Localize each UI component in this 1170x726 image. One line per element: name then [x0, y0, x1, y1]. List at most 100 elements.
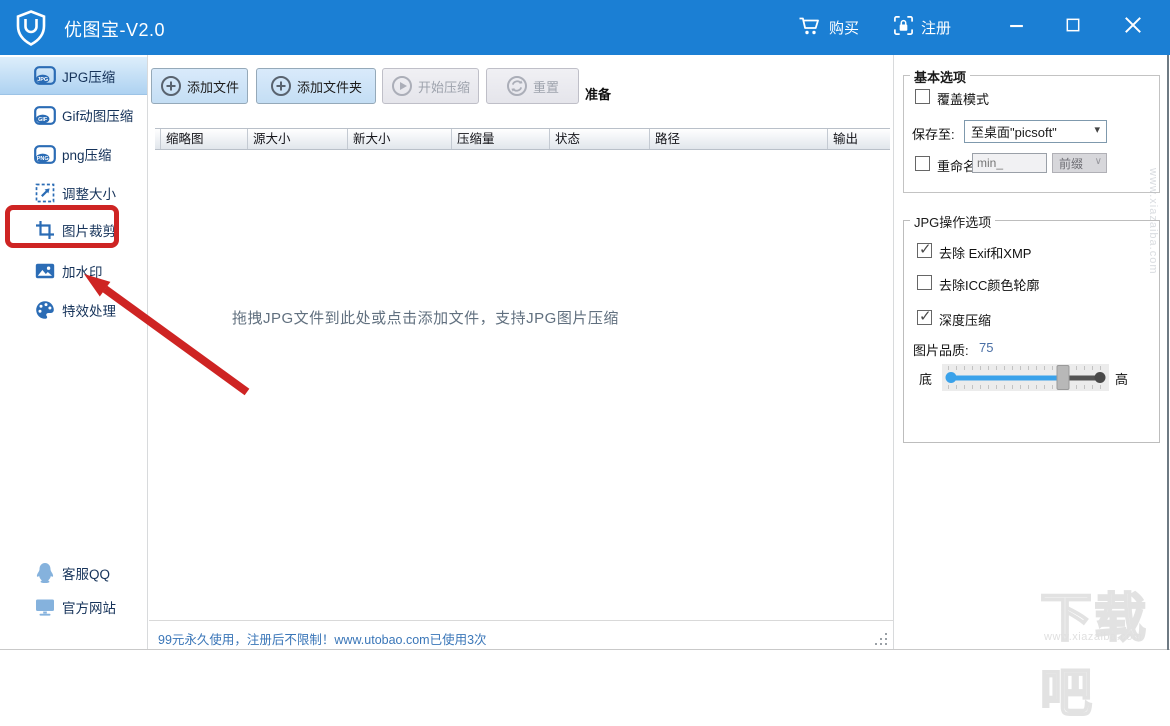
- remove-exif-checkbox[interactable]: ✓: [917, 243, 932, 258]
- maximize-button[interactable]: [1051, 0, 1095, 55]
- sidebar-item-support-qq[interactable]: 客服QQ: [0, 554, 147, 592]
- deep-compress-checkbox[interactable]: ✓: [917, 310, 932, 325]
- sidebar-item-label: 特效处理: [62, 300, 116, 320]
- slider-ticks: [948, 366, 1103, 370]
- add-file-button[interactable]: 添加文件: [151, 68, 248, 104]
- minimize-button[interactable]: [994, 0, 1038, 55]
- monitor-icon: [34, 596, 56, 618]
- table-col-compression[interactable]: 压缩量: [452, 129, 550, 149]
- ready-status-text: 准备: [585, 84, 611, 103]
- minimize-icon: [1008, 17, 1025, 39]
- table-col-new-size[interactable]: 新大小: [348, 129, 452, 149]
- jpg-options-title: JPG操作选项: [910, 212, 995, 231]
- sidebar-item-label: 调整大小: [62, 183, 116, 203]
- table-col-orig-size[interactable]: 源大小: [248, 129, 348, 149]
- slider-thumb[interactable]: [1056, 365, 1069, 390]
- png-file-icon: PNG: [34, 143, 56, 165]
- crop-icon: [34, 219, 56, 241]
- jpg-options-group: JPG操作选项 ✓ 去除 Exif和XMP ✓ 去除ICC颜色轮廓 ✓ 深度压缩…: [903, 220, 1160, 443]
- refresh-circle-icon: [506, 75, 528, 97]
- remove-exif-label: 去除 Exif和XMP: [939, 243, 1031, 262]
- slider-min-dot: [946, 372, 957, 383]
- sidebar-item-png-compress[interactable]: PNG png压缩: [0, 135, 147, 173]
- slider-track[interactable]: [951, 375, 1100, 380]
- start-compress-button[interactable]: 开始压缩: [382, 68, 479, 104]
- close-icon: [1123, 15, 1143, 40]
- rename-mode-value: 前缀: [1059, 155, 1083, 172]
- lock-badge-icon: [893, 15, 914, 40]
- plus-circle-icon: [270, 75, 292, 97]
- slider-fill: [951, 375, 1063, 380]
- close-button[interactable]: [1111, 0, 1155, 55]
- remove-icc-label: 去除ICC颜色轮廓: [939, 275, 1039, 294]
- table-col-path[interactable]: 路径: [650, 129, 828, 149]
- dashed-resize-icon: [34, 182, 56, 204]
- dropzone-hint-text: 拖拽JPG文件到此处或点击添加文件，支持JPG图片压缩: [232, 307, 619, 328]
- reset-button[interactable]: 重置: [486, 68, 579, 104]
- quality-value: 75: [979, 340, 993, 355]
- sidebar-item-watermark[interactable]: 加水印: [0, 252, 147, 290]
- window-title: 优图宝-V2.0: [64, 16, 165, 42]
- svg-text:PNG: PNG: [37, 156, 49, 162]
- add-folder-label: 添加文件夹: [297, 77, 362, 96]
- sidebar: JPG JPG压缩 GIF Gif动图压缩 PNG png压缩 调整大小 图片裁…: [0, 55, 148, 650]
- add-folder-button[interactable]: 添加文件夹: [256, 68, 376, 104]
- overwrite-mode-label: 覆盖模式: [937, 89, 989, 108]
- sidebar-item-gif-compress[interactable]: GIF Gif动图压缩: [0, 96, 147, 134]
- plus-circle-icon: [160, 75, 182, 97]
- basic-options-group: 基本选项 ✓ 覆盖模式 保存至: 至桌面"picsoft" ▾ ✓ 重命名 前缀…: [903, 75, 1160, 193]
- sidebar-item-resize[interactable]: 调整大小: [0, 174, 147, 212]
- table-col-status[interactable]: 状态: [550, 129, 650, 149]
- sidebar-item-official-site[interactable]: 官方网站: [0, 588, 147, 626]
- save-to-label: 保存至:: [912, 124, 955, 143]
- chevron-down-icon: ∨: [1095, 156, 1102, 167]
- deep-compress-label: 深度压缩: [939, 310, 991, 329]
- table-col-output[interactable]: 输出: [828, 129, 890, 149]
- cart-icon: [798, 16, 822, 40]
- jpg-file-icon: JPG: [34, 65, 56, 87]
- chevron-down-icon: ▾: [1094, 123, 1100, 136]
- quality-label: 图片品质:: [913, 340, 969, 359]
- statusbar: 99元永久使用，注册后不限制！www.utobao.com已使用3次: [149, 620, 893, 650]
- add-file-label: 添加文件: [187, 77, 239, 96]
- resize-grip[interactable]: [875, 633, 887, 645]
- buy-button[interactable]: 购买: [798, 0, 859, 55]
- options-panel: 基本选项 ✓ 覆盖模式 保存至: 至桌面"picsoft" ▾ ✓ 重命名 前缀…: [894, 55, 1167, 650]
- start-compress-label: 开始压缩: [418, 77, 470, 96]
- buy-label: 购买: [829, 17, 859, 38]
- gif-file-icon: GIF: [34, 104, 56, 126]
- save-to-value: 至桌面"picsoft": [971, 122, 1057, 141]
- reset-label: 重置: [533, 77, 559, 96]
- overwrite-mode-checkbox[interactable]: ✓: [915, 89, 930, 104]
- window-right-border: [1167, 55, 1169, 650]
- slider-high-label: 高: [1115, 369, 1128, 388]
- main-area: 添加文件 添加文件夹 开始压缩 重置 准备 缩略图 源大小 新大小 压缩量 状态…: [149, 55, 893, 650]
- rename-mode-dropdown[interactable]: 前缀 ∨: [1052, 153, 1107, 173]
- maximize-icon: [1066, 18, 1080, 37]
- titlebar: 优图宝-V2.0 购买 注册: [0, 0, 1170, 55]
- register-label: 注册: [921, 17, 951, 38]
- sidebar-item-jpg-compress[interactable]: JPG JPG压缩: [0, 57, 147, 95]
- rename-label: 重命名: [937, 156, 976, 175]
- table-col-thumbnail[interactable]: 缩略图: [161, 129, 248, 149]
- save-to-dropdown[interactable]: 至桌面"picsoft" ▾: [964, 120, 1107, 143]
- app-logo-icon: [14, 10, 48, 46]
- sidebar-item-crop[interactable]: 图片裁剪: [0, 211, 147, 249]
- svg-text:GIF: GIF: [38, 117, 48, 123]
- sidebar-item-effects[interactable]: 特效处理: [0, 291, 147, 329]
- svg-text:JPG: JPG: [37, 77, 48, 83]
- rename-prefix-input[interactable]: [972, 153, 1047, 173]
- sidebar-item-label: png压缩: [62, 144, 112, 164]
- sidebar-item-label: 官方网站: [62, 597, 116, 617]
- register-button[interactable]: 注册: [893, 0, 951, 55]
- image-icon: [34, 260, 56, 282]
- remove-icc-checkbox[interactable]: ✓: [917, 275, 932, 290]
- play-circle-icon: [391, 75, 413, 97]
- quality-slider[interactable]: [942, 364, 1109, 391]
- sidebar-item-label: 图片裁剪: [62, 220, 116, 240]
- slider-low-label: 底: [919, 369, 932, 388]
- sidebar-item-label: JPG压缩: [62, 66, 115, 86]
- palette-icon: [34, 299, 56, 321]
- rename-checkbox[interactable]: ✓: [915, 156, 930, 171]
- file-table-header: 缩略图 源大小 新大小 压缩量 状态 路径 输出: [155, 128, 890, 150]
